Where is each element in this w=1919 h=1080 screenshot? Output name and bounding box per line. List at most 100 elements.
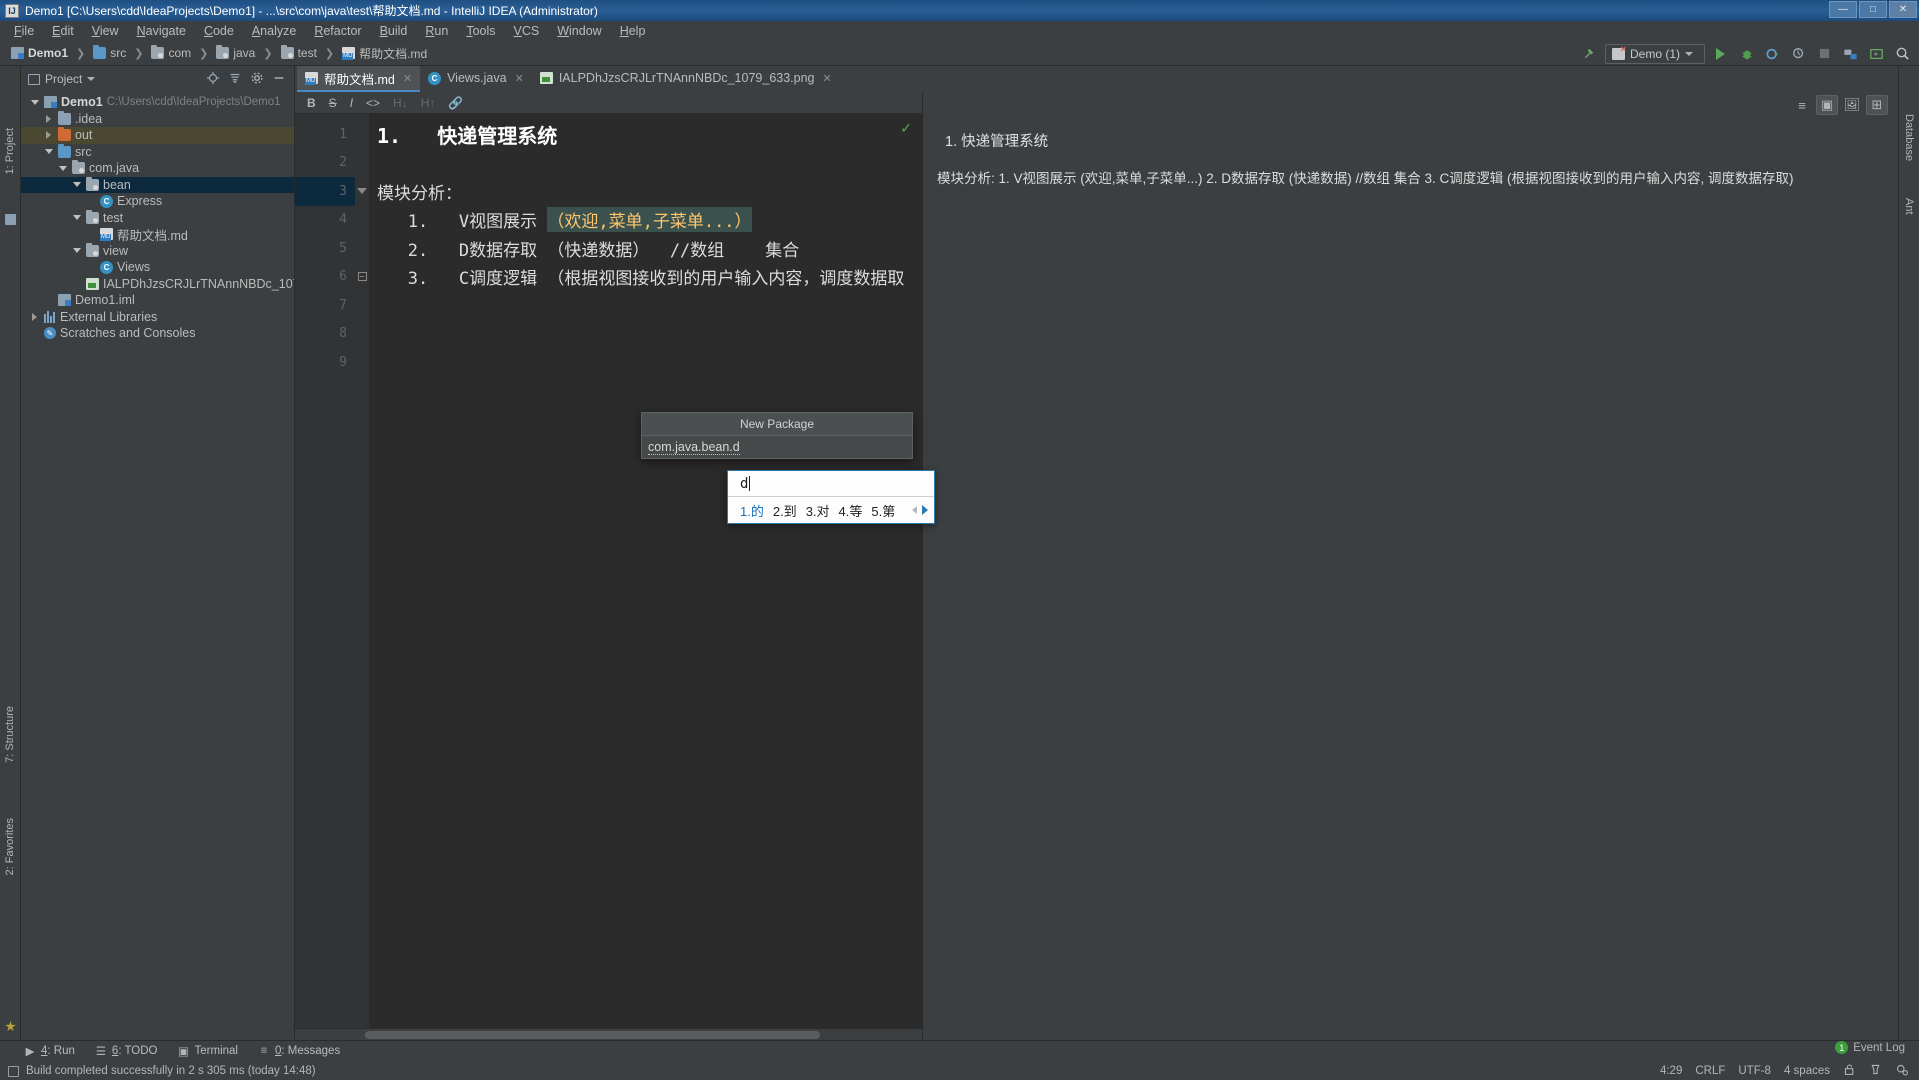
hide-icon[interactable] <box>272 71 286 88</box>
file-encoding[interactable]: UTF-8 <box>1738 1065 1771 1077</box>
tool-window-bar[interactable]: ▶ 4: Run ☰ 6: TODO ▣ Terminal ≡ 0: Messages <box>0 1040 1919 1060</box>
code-line[interactable] <box>369 348 922 377</box>
chevron-down-icon[interactable] <box>57 165 68 171</box>
horizontal-scrollbar[interactable] <box>295 1028 922 1040</box>
editor-tabs[interactable]: 帮助文档.md✕CViews.java✕IALPDhJzsCRJLrTNAnnN… <box>295 66 1898 92</box>
settings-icon[interactable] <box>1895 1063 1909 1079</box>
chevron-down-icon[interactable] <box>71 215 82 221</box>
run-configuration-selector[interactable]: Demo (1) <box>1605 43 1705 64</box>
menu-help[interactable]: Help <box>611 21 655 41</box>
line-number[interactable]: 1 <box>295 120 355 149</box>
ime-candidate-2[interactable]: 2.到 <box>773 501 797 520</box>
project-structure-icon[interactable] <box>1840 43 1861 64</box>
menu-view[interactable]: View <box>83 21 128 41</box>
tree-node-view[interactable]: view <box>21 242 294 260</box>
tab-ialpdhjzscrjlrtnannnbdc-1079-633-png[interactable]: IALPDhJzsCRJLrTNAnnNBDc_1079_633.png ✕ <box>532 66 840 92</box>
breadcrumb-item-4[interactable]: test <box>279 45 319 60</box>
sidebar-item-structure[interactable]: 7: Structure <box>4 706 16 763</box>
menu-edit[interactable]: Edit <box>43 21 83 41</box>
code-scroll-area[interactable]: 123456789 − 1. 快递管理系统 模块分析： 1. V视图展示 （欢迎,… <box>295 114 922 1028</box>
ime-next-page-icon[interactable] <box>922 505 928 515</box>
inspection-icon[interactable] <box>1869 1063 1882 1079</box>
breadcrumb-item-0[interactable]: Demo1 <box>9 46 70 60</box>
italic-button[interactable]: I <box>350 96 353 110</box>
run-with-coverage-icon[interactable] <box>1762 43 1783 64</box>
ime-candidate-4[interactable]: 4.等 <box>839 501 863 520</box>
settings-gear-icon[interactable] <box>250 71 264 88</box>
menu-file[interactable]: File <box>5 21 43 41</box>
ime-candidate-3[interactable]: 3.对 <box>806 501 830 520</box>
tree-node-express[interactable]: C Express <box>21 193 294 210</box>
header-down-button[interactable]: H↓ <box>393 96 408 110</box>
menu-window[interactable]: Window <box>548 21 610 41</box>
tree-node-external-libraries[interactable]: External Libraries <box>21 309 294 326</box>
chevron-down-icon[interactable] <box>43 149 54 155</box>
ime-prev-page-icon[interactable] <box>912 506 917 514</box>
line-number[interactable]: 3 <box>295 177 355 206</box>
markdown-toolbar[interactable]: B S I <> H↓ H↑ 🔗 <box>295 92 922 114</box>
bold-button[interactable]: B <box>307 96 316 110</box>
locate-icon[interactable] <box>206 71 220 88</box>
breadcrumb-item-3[interactable]: java <box>214 45 257 60</box>
menu-build[interactable]: Build <box>371 21 417 41</box>
search-everywhere-icon[interactable] <box>1892 43 1913 64</box>
menu-tools[interactable]: Tools <box>457 21 504 41</box>
chevron-down-icon[interactable] <box>71 182 82 188</box>
split-layout-button[interactable]: ⊞ <box>1866 95 1888 115</box>
tree-node-bean[interactable]: bean <box>21 176 294 193</box>
toolwindow-run[interactable]: ▶ 4: Run <box>24 1044 75 1058</box>
strikethrough-button[interactable]: S <box>329 96 337 110</box>
link-button[interactable]: 🔗 <box>448 96 463 110</box>
tree-node-out[interactable]: out <box>21 127 294 144</box>
chevron-right-icon[interactable] <box>43 131 54 140</box>
menu-analyze[interactable]: Analyze <box>243 21 305 41</box>
build-hammer-icon[interactable] <box>1579 43 1600 64</box>
tree-node-scratches-and-consoles[interactable]: ✎ Scratches and Consoles <box>21 325 294 342</box>
code-line[interactable] <box>369 320 922 349</box>
tree-node--idea[interactable]: .idea <box>21 110 294 128</box>
line-separator[interactable]: CRLF <box>1695 1065 1725 1077</box>
unlocked-icon[interactable] <box>1843 1063 1856 1079</box>
ime-candidate-5[interactable]: 5.第 <box>871 501 895 520</box>
chevron-down-icon[interactable] <box>71 248 82 254</box>
run-icon[interactable] <box>1710 43 1731 64</box>
project-tree[interactable]: Demo1 C:\Users\cdd\IdeaProjects\Demo1 .ide… <box>21 92 294 1040</box>
indent-setting[interactable]: 4 spaces <box>1784 1065 1830 1077</box>
code-line[interactable] <box>369 291 922 320</box>
chevron-right-icon[interactable] <box>43 114 54 123</box>
sidebar-item-project[interactable]: 1: Project <box>4 128 16 174</box>
line-number[interactable]: 9 <box>295 348 355 377</box>
code-line[interactable]: 2. D数据存取 （快递数据） //数组 集合 <box>369 234 922 263</box>
scrollbar-thumb[interactable] <box>365 1031 820 1039</box>
menu-run[interactable]: Run <box>416 21 457 41</box>
caret-position[interactable]: 4:29 <box>1660 1065 1682 1077</box>
menu-navigate[interactable]: Navigate <box>128 21 195 41</box>
chevron-right-icon[interactable] <box>29 312 40 321</box>
tree-node-views[interactable]: C Views <box>21 259 294 276</box>
ime-candidate-list[interactable]: 1.的 2.到 3.对 4.等 5.第 <box>728 497 934 523</box>
event-log-button[interactable]: 1 Event Log <box>1835 1041 1905 1054</box>
line-number[interactable]: 6 <box>295 263 355 292</box>
code-line[interactable]: 1. V视图展示 （欢迎,菜单,子菜单...） <box>369 206 922 235</box>
code-line[interactable]: 1. 快递管理系统 <box>369 120 922 149</box>
ime-composition-field[interactable]: d <box>728 471 934 497</box>
tree-node-com-java[interactable]: com.java <box>21 160 294 177</box>
tree-node-demo1-iml[interactable]: Demo1.iml <box>21 292 294 309</box>
inspection-status-icon[interactable]: ✓ <box>900 120 912 137</box>
line-number[interactable]: 2 <box>295 149 355 178</box>
breadcrumb-item-2[interactable]: com <box>149 45 193 60</box>
close-icon[interactable]: ✕ <box>515 72 524 85</box>
code-button[interactable]: <> <box>366 96 380 110</box>
tab-views-java[interactable]: C Views.java ✕ <box>420 66 532 92</box>
chevron-down-icon[interactable] <box>87 77 96 81</box>
menu-code[interactable]: Code <box>195 21 243 41</box>
updates-icon[interactable] <box>1866 43 1887 64</box>
editor-and-preview-button[interactable]: ▣ <box>1816 95 1838 115</box>
toolwindow-terminal[interactable]: ▣ Terminal <box>178 1044 238 1058</box>
line-number[interactable]: 7 <box>295 291 355 320</box>
fold-toggle-icon[interactable] <box>355 177 369 206</box>
ime-nav-arrows[interactable] <box>912 505 928 515</box>
code-line[interactable]: 3. C调度逻辑 （根据视图接收到的用户输入内容，调度数据取 <box>369 263 922 292</box>
sidebar-item-database[interactable]: Database <box>1903 114 1915 161</box>
close-icon[interactable]: ✕ <box>403 72 412 85</box>
